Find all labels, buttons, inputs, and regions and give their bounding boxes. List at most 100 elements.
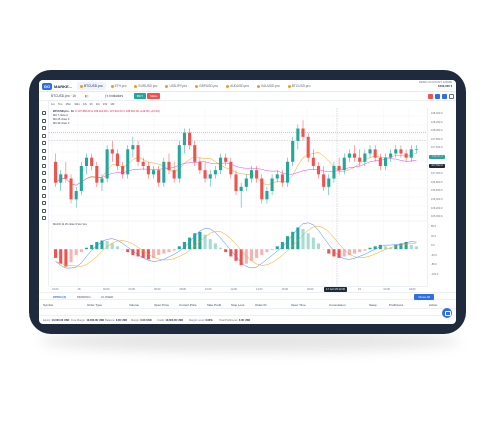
symbol-tab-label: USDJPY.pro [169, 84, 188, 88]
macd-bar [208, 239, 212, 250]
column-header[interactable]: Commission [329, 303, 346, 307]
column-header[interactable]: Swap [369, 303, 377, 307]
close-all-button[interactable]: Close All [414, 294, 434, 300]
candle-body [100, 178, 104, 183]
candle-type-icon[interactable]: ▮▯ [85, 94, 89, 99]
price-chart[interactable] [49, 108, 427, 286]
timeframe-option[interactable]: 1h [83, 101, 87, 108]
symbol-tab[interactable]: GBPUSD.pro [192, 82, 221, 90]
measure-icon[interactable] [42, 148, 46, 153]
symbol-tab-label: BTCUSD.pro [291, 84, 311, 88]
buy-button[interactable]: BUY [134, 93, 147, 99]
lock-icon[interactable] [42, 171, 46, 175]
settings-icon[interactable] [449, 94, 454, 99]
brush-icon[interactable] [42, 193, 46, 198]
time-tick-label: 04:00 [128, 288, 136, 291]
sell-button[interactable]: SELL [147, 93, 161, 99]
shape-icon[interactable] [42, 216, 46, 220]
symbol-tab-label: ETH.pro [114, 84, 127, 88]
candle-body [378, 157, 382, 166]
column-header[interactable]: Order ID [255, 303, 267, 307]
candle-body [193, 145, 197, 162]
app-screen: GO MARKE... BTCUSD.pro ETH.pro EURUSD.pro U… [39, 80, 456, 324]
price-tick-label: 108,200.0 [431, 120, 443, 124]
chat-icon[interactable] [442, 308, 452, 318]
timeframe-option[interactable]: 1D [96, 101, 100, 108]
footer-stat-value: 0.00 USD [115, 319, 128, 322]
zoom-icon[interactable] [42, 156, 46, 160]
symbol-tab[interactable]: EURUSD.pro [131, 82, 160, 90]
camera-icon[interactable] [442, 94, 447, 99]
column-header[interactable]: Current Price [179, 303, 197, 307]
column-header[interactable]: Take Profit [207, 303, 221, 307]
macd-bar [74, 249, 78, 255]
symbol-tab[interactable]: BTCUSD.pro [285, 82, 314, 90]
text-icon[interactable] [42, 141, 46, 145]
eye-icon[interactable] [42, 178, 46, 183]
column-header[interactable]: Symbol [43, 303, 53, 307]
footer-stat-value: 0.00% [205, 319, 213, 322]
price-tick-label: 108,000.0 [431, 129, 443, 133]
column-header[interactable]: Profit/Loss [389, 303, 403, 307]
symbol-tab[interactable]: USDJPY.pro [162, 82, 190, 90]
macd-tick-label: -80.0 [431, 263, 437, 266]
tab-pending[interactable]: PENDING [77, 295, 91, 299]
brand-name: MARKE... [54, 83, 72, 89]
toolbar-symbol[interactable]: BTCUSD.pro · 1h [51, 94, 76, 99]
timeframe-option[interactable]: 1M [110, 101, 114, 108]
timeframe-option[interactable]: 1m [51, 101, 55, 108]
footer-stat-label: Credit: [157, 319, 165, 322]
fib-icon[interactable] [42, 126, 46, 130]
column-header[interactable]: Volume [129, 303, 139, 307]
price-axis[interactable]: 108,001.0 107,812.0 108,400.0 108,200.0 10… [427, 108, 456, 286]
indicators-button[interactable]: ƒx Indicators [105, 94, 123, 99]
candle-body [131, 145, 135, 150]
pattern-icon[interactable] [42, 133, 46, 138]
macd-tick-label: 0.0 [431, 244, 435, 247]
alert-icon[interactable] [428, 94, 433, 99]
candle-body [368, 149, 372, 154]
candle-body [213, 170, 217, 175]
candle-body [363, 153, 367, 162]
tab-open[interactable]: OPEN (3) [53, 295, 66, 299]
trend-line-icon[interactable] [42, 118, 46, 123]
symbol-tab[interactable]: XAUUSD.pro [254, 82, 283, 90]
candle-body [322, 174, 326, 187]
timeframe-option[interactable]: 30m [74, 101, 80, 108]
settings-icon[interactable] [42, 208, 46, 213]
account-footer: Equity: 10,000.00 USD Free Margin: 10,000… [39, 315, 456, 324]
footer-stat-value: 0.00 USD [238, 319, 251, 322]
timeframe-option[interactable]: 15m [65, 101, 71, 108]
time-tick-label: 19 [358, 288, 361, 291]
fullscreen-icon[interactable] [435, 94, 440, 99]
candle-body [218, 157, 223, 171]
macd-bar [301, 228, 305, 250]
candle-body [59, 174, 63, 183]
column-header[interactable]: Open Price [154, 303, 169, 307]
symbol-tab[interactable]: BTCUSD.pro [77, 82, 106, 90]
column-header[interactable]: Stop Loss [231, 303, 244, 307]
tab-closed[interactable]: CLOSED [101, 295, 113, 299]
candle-body [157, 170, 161, 183]
timeframe-option[interactable]: 4h [90, 101, 93, 108]
magnet-icon[interactable] [42, 163, 46, 168]
symbol-tab[interactable]: ETH.pro [108, 82, 130, 90]
account-summary[interactable]: DEMO ACCOUNT 100000 $100,000 ▾ [419, 80, 452, 88]
column-header[interactable]: Order Type [87, 303, 102, 307]
column-header[interactable]: Action [429, 303, 437, 307]
macd-bar [409, 244, 413, 250]
timeframe-option[interactable]: 5m [58, 101, 62, 108]
currency-icon [287, 84, 291, 88]
time-tick-label: 16:00 [281, 288, 289, 291]
time-tick-label: 14:00 [256, 288, 263, 291]
candle-body [121, 166, 125, 175]
symbol-tab[interactable]: AUDUSD.pro [223, 82, 252, 90]
crosshair-icon[interactable] [42, 111, 46, 115]
column-header[interactable]: Open Time [291, 303, 306, 307]
trash-icon[interactable] [42, 186, 46, 190]
timeframe-option[interactable]: 1W [103, 101, 108, 108]
ruler-icon[interactable] [42, 201, 46, 205]
macd-bar [332, 249, 336, 257]
candle-body [347, 153, 351, 158]
brand-logo[interactable]: GO MARKE... [42, 82, 72, 90]
